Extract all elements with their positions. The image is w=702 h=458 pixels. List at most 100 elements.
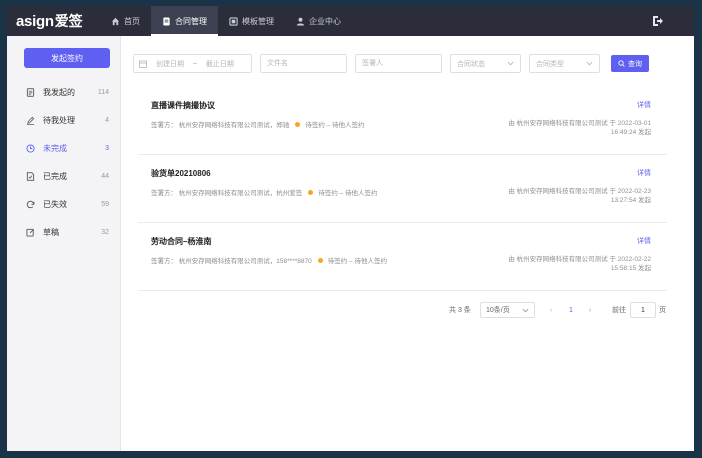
contract-signers: 签署方： 杭州安存网络科技有限公司测试，158****8870 [151,258,312,265]
contract-status-select[interactable]: 合同状态 [450,54,521,73]
goto-page-input[interactable]: 1 [630,302,656,318]
contract-signers: 签署方： 杭州安存网络科技有限公司测试，郑驰 [151,122,290,129]
page-number-current[interactable]: 1 [564,302,578,318]
nav-home[interactable]: 首页 [100,6,151,36]
date-separator: – [193,60,197,67]
signer-input[interactable] [355,54,442,73]
contract-status: 待签约 – 待他人签约 [305,122,365,129]
contract-type-placeholder: 合同类型 [536,60,564,68]
contract-initiator: 由 杭州安存网络科技有限公司测试 于 2022-02-23 [508,188,651,195]
sidebar-item-count: 114 [97,88,109,96]
date-end-placeholder: 截止日期 [205,60,234,68]
contract-origin: 由 杭州安存网络科技有限公司测试 于 2022-02-23 13:27:54 发… [508,187,651,205]
contract-meta: 签署方： 杭州安存网络科技有限公司测试，158****8870 待签约 – 待他… [151,255,387,265]
nav-templates[interactable]: 模板管理 [218,6,285,36]
status-dot [308,189,314,195]
contract-status: 待签约 – 待他人签约 [327,258,387,265]
contract-status: 待签约 – 待他人签约 [318,190,378,197]
date-start-placeholder: 创建日期 [156,60,184,68]
query-button-label: 查询 [628,60,642,68]
top-nav-bar: asign 爱签 首页 合同管理 模板管理 企业中心 [7,6,694,36]
logo-wordmark: asign [16,13,54,30]
chevron-down-icon [507,61,514,66]
chevron-down-icon [586,61,593,66]
new-signing-button[interactable]: 发起签约 [24,48,110,68]
contract-card: 验货单20210806 详情 签署方： 杭州安存网络科技有限公司测试，杭州爱签 … [138,155,667,223]
status-dot [295,121,301,127]
contract-icon [163,16,170,26]
sidebar-item-label: 草稿 [43,227,59,237]
contract-initiator: 由 杭州安存网络科技有限公司测试 于 2022-02-22 [508,256,651,263]
sidebar-item-count: 44 [101,172,109,180]
contract-signers: 签署方： 杭州安存网络科技有限公司测试，杭州爱签 [151,190,303,197]
app-window: asign 爱签 首页 合同管理 模板管理 企业中心 发起签约 我发起的 114… [7,6,694,451]
date-range-picker[interactable]: 创建日期 – 截止日期 [133,54,252,73]
status-dot [317,257,323,263]
contract-meta: 签署方： 杭州安存网络科技有限公司测试，杭州爱签 待签约 – 待他人签约 [151,187,378,197]
sidebar-item-label: 已失效 [43,199,67,209]
edit-icon [26,228,34,237]
nav-home-label: 首页 [124,16,140,26]
next-page-button[interactable]: › [585,302,595,318]
clock-icon [26,143,35,153]
contract-detail-link[interactable]: 详情 [637,236,651,246]
sidebar-item-label: 未完成 [43,143,67,153]
logo-chinese: 爱签 [54,14,83,30]
search-icon [618,60,625,67]
sidebar-item-expired[interactable]: 已失效 59 [7,190,121,218]
home-icon [111,17,120,25]
contract-time: 15:58:15 发起 [610,265,651,272]
refresh-icon [26,200,35,208]
sidebar-list: 我发起的 114 待我处理 4 未完成 3 已完成 44 已失效 59 草稿 3… [7,78,121,246]
contract-detail-link[interactable]: 详情 [637,168,651,178]
sidebar-item-incomplete[interactable]: 未完成 3 [7,134,121,162]
sidebar-item-count: 32 [101,228,109,236]
logout-icon[interactable] [652,15,664,27]
calendar-icon [139,60,147,68]
main-nav: 首页 合同管理 模板管理 企业中心 [100,6,352,36]
chevron-down-icon [522,308,529,312]
main-content: 创建日期 – 截止日期 合同状态 合同类型 查询 直播课件摘撮协议 详情 [122,36,694,451]
filename-input[interactable] [260,54,347,73]
contract-origin: 由 杭州安存网络科技有限公司测试 于 2022-03-01 16:49:24 发… [508,119,651,137]
nav-contracts[interactable]: 合同管理 [151,6,218,36]
sidebar-item-label: 待我处理 [43,115,75,125]
pen-icon [26,116,35,125]
contract-card: 直播课件摘撮协议 详情 签署方： 杭州安存网络科技有限公司测试，郑驰 待签约 –… [138,87,667,155]
contract-list: 直播课件摘撮协议 详情 签署方： 杭州安存网络科技有限公司测试，郑驰 待签约 –… [138,87,667,291]
page-size-select[interactable]: 10条/页 [480,302,535,318]
contract-detail-link[interactable]: 详情 [637,100,651,110]
check-doc-icon [26,171,35,181]
page-size-value: 10条/页 [486,307,510,314]
contract-title: 劳动合同–杨淮南 [151,237,212,246]
sidebar-item-count: 59 [101,200,109,208]
goto-page-suffix: 页 [659,307,666,314]
pagination-total: 共 3 条 [449,307,471,314]
filter-bar: 创建日期 – 截止日期 合同状态 合同类型 查询 [133,54,649,73]
sidebar: 发起签约 我发起的 114 待我处理 4 未完成 3 已完成 44 已失效 59… [7,36,121,451]
sidebar-item-pending-me[interactable]: 待我处理 4 [7,106,121,134]
sidebar-item-initiated[interactable]: 我发起的 114 [7,78,121,106]
contract-status-placeholder: 合同状态 [457,60,485,68]
contract-time: 13:27:54 发起 [610,197,651,204]
sidebar-item-drafts[interactable]: 草稿 32 [7,218,121,246]
template-icon [229,16,238,26]
contract-meta: 签署方： 杭州安存网络科技有限公司测试，郑驰 待签约 – 待他人签约 [151,119,365,129]
contract-time: 16:49:24 发起 [610,129,651,136]
query-button[interactable]: 查询 [611,55,649,72]
contract-card: 劳动合同–杨淮南 详情 签署方： 杭州安存网络科技有限公司测试，158****8… [138,223,667,291]
nav-templates-label: 模板管理 [242,16,274,26]
user-icon [296,17,305,26]
sidebar-item-label: 已完成 [43,171,67,181]
contract-title: 验货单20210806 [151,169,211,178]
nav-enterprise[interactable]: 企业中心 [285,6,352,36]
prev-page-button[interactable]: ‹ [546,302,556,318]
contract-type-select[interactable]: 合同类型 [529,54,600,73]
sidebar-item-count: 3 [105,144,109,152]
goto-label: 前往 [612,307,626,314]
nav-contracts-label: 合同管理 [175,16,207,26]
doc-icon [26,87,35,97]
logo[interactable]: asign 爱签 [16,11,100,31]
sidebar-item-completed[interactable]: 已完成 44 [7,162,121,190]
sidebar-item-label: 我发起的 [43,87,75,97]
